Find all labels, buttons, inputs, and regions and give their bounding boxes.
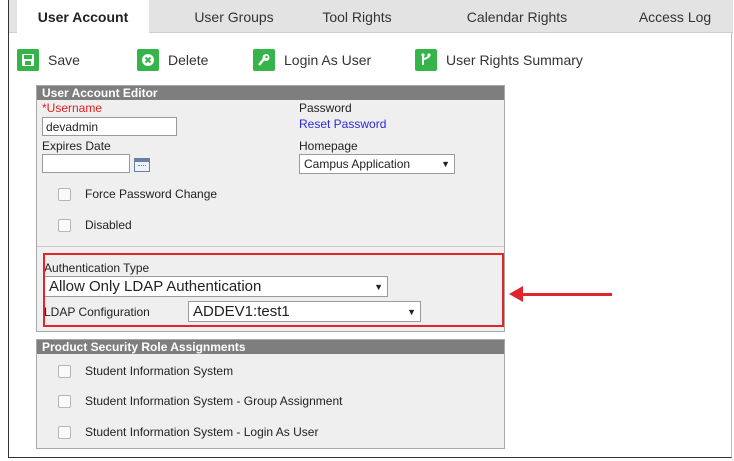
role-label: Student Information System - Login As Us… bbox=[85, 425, 319, 439]
save-button[interactable]: Save bbox=[17, 48, 80, 72]
expires-date-label: Expires Date bbox=[42, 139, 111, 153]
delete-icon bbox=[137, 49, 159, 71]
panel-title: Product Security Role Assignments bbox=[37, 340, 504, 354]
tab-access-log[interactable]: Access Log bbox=[621, 0, 729, 32]
force-password-change-checkbox[interactable] bbox=[58, 187, 71, 201]
section-divider bbox=[37, 246, 504, 247]
homepage-value: Campus Application bbox=[304, 157, 411, 171]
username-label: *Username bbox=[42, 101, 102, 115]
key-icon bbox=[253, 49, 275, 71]
role-label: Student Information System - Group Assig… bbox=[85, 394, 343, 408]
disabled-checkbox[interactable] bbox=[58, 218, 71, 232]
calendar-icon[interactable] bbox=[134, 158, 150, 172]
save-label: Save bbox=[48, 52, 80, 68]
tab-user-account[interactable]: User Account bbox=[17, 0, 149, 33]
disabled-label: Disabled bbox=[85, 218, 132, 232]
force-password-change-row: Force Password Change bbox=[58, 187, 217, 201]
tab-user-groups[interactable]: User Groups bbox=[179, 0, 289, 32]
arrow-annotation bbox=[516, 293, 612, 296]
role-assignments-panel: Product Security Role Assignments Studen… bbox=[36, 339, 505, 449]
delete-button[interactable]: Delete bbox=[137, 48, 208, 72]
tab-calendar-rights[interactable]: Calendar Rights bbox=[443, 0, 591, 32]
tab-bar: User Account User Groups Tool Rights Cal… bbox=[9, 0, 733, 33]
role-row: Student Information System bbox=[58, 364, 233, 378]
force-password-change-label: Force Password Change bbox=[85, 187, 218, 201]
role-label: Student Information System bbox=[85, 364, 234, 378]
username-field[interactable]: devadmin bbox=[42, 117, 177, 136]
user-rights-summary-button[interactable]: User Rights Summary bbox=[415, 48, 583, 72]
app-frame: User Account User Groups Tool Rights Cal… bbox=[8, 0, 733, 458]
tab-tool-rights[interactable]: Tool Rights bbox=[302, 0, 412, 32]
delete-label: Delete bbox=[168, 52, 209, 68]
login-as-user-label: Login As User bbox=[284, 52, 372, 68]
homepage-label: Homepage bbox=[299, 139, 358, 153]
highlight-box bbox=[43, 253, 504, 327]
toolbar: Save Delete Login As User User Rights Su… bbox=[9, 40, 733, 76]
arrow-head-icon bbox=[509, 286, 523, 302]
password-label: Password bbox=[299, 101, 352, 115]
save-icon bbox=[17, 49, 39, 71]
panel-title: User Account Editor bbox=[37, 86, 504, 100]
chevron-down-icon: ▼ bbox=[441, 159, 450, 169]
login-as-user-button[interactable]: Login As User bbox=[253, 48, 371, 72]
homepage-select[interactable]: Campus Application ▼ bbox=[299, 154, 455, 174]
expires-date-field[interactable] bbox=[42, 154, 130, 173]
role-checkbox[interactable] bbox=[58, 394, 71, 408]
role-row: Student Information System - Group Assig… bbox=[58, 394, 342, 408]
user-rights-summary-label: User Rights Summary bbox=[446, 52, 583, 68]
role-row: Student Information System - Login As Us… bbox=[58, 425, 318, 439]
reset-password-link[interactable]: Reset Password bbox=[299, 117, 386, 131]
branch-icon bbox=[415, 49, 437, 71]
username-label-text: Username bbox=[46, 101, 103, 115]
disabled-row: Disabled bbox=[58, 218, 132, 232]
role-checkbox[interactable] bbox=[58, 364, 71, 378]
role-checkbox[interactable] bbox=[58, 425, 71, 439]
